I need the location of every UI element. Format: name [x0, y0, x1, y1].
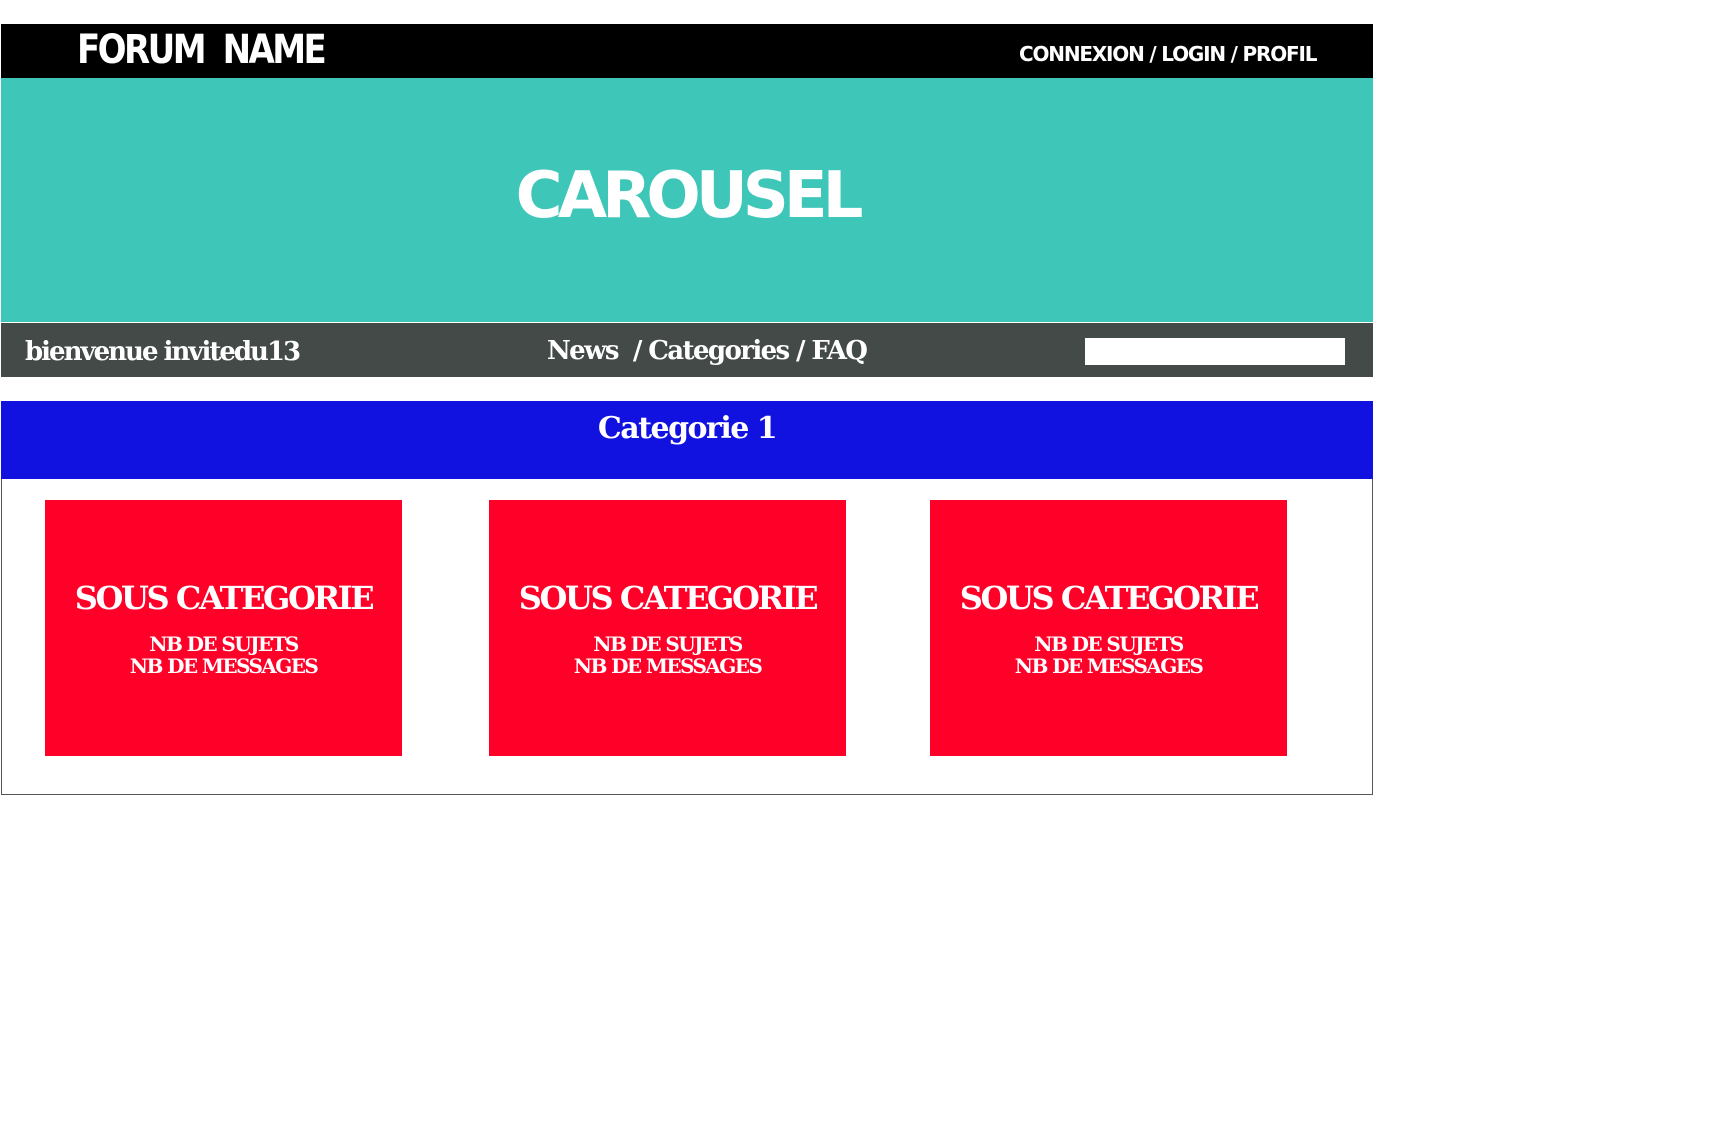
carousel-banner[interactable]: CAROUSEL: [1, 78, 1373, 322]
subcategory-topic-count: NB DE SUJETS: [149, 632, 299, 656]
subcategory-topic-count: NB DE SUJETS: [1034, 632, 1184, 656]
nav-bar: bienvenue invitedu13 News / Categories /…: [1, 322, 1373, 377]
forum-mockup: FORUM NAME CONNEXION / LOGIN / PROFIL CA…: [0, 0, 1734, 1124]
account-links: CONNEXION / LOGIN / PROFIL: [1019, 42, 1318, 66]
subcategory-title: SOUS CATEGORIE: [518, 579, 819, 617]
login-link[interactable]: LOGIN: [1161, 42, 1226, 66]
subcategory-card[interactable]: SOUS CATEGORIE NB DE SUJETS NB DE MESSAG…: [489, 500, 846, 756]
subcategory-message-count: NB DE MESSAGES: [129, 654, 319, 678]
subcategory-card[interactable]: SOUS CATEGORIE NB DE SUJETS NB DE MESSAG…: [45, 500, 402, 756]
link-separator: /: [788, 336, 812, 366]
subcategory-title: SOUS CATEGORIE: [959, 579, 1260, 617]
connexion-link[interactable]: CONNEXION: [1019, 42, 1145, 66]
link-separator: /: [625, 336, 649, 366]
subcategory-topic-count: NB DE SUJETS: [593, 632, 743, 656]
faq-link[interactable]: FAQ: [811, 336, 868, 366]
welcome-message: bienvenue invitedu13: [25, 337, 301, 367]
search-input[interactable]: [1085, 338, 1345, 365]
subcategory-message-count: NB DE MESSAGES: [573, 654, 763, 678]
category-title: Categorie 1: [597, 411, 778, 446]
news-link[interactable]: News: [547, 336, 625, 366]
profil-link[interactable]: PROFIL: [1243, 42, 1318, 66]
categories-link[interactable]: Categories: [648, 336, 790, 366]
carousel-label: CAROUSEL: [515, 159, 864, 233]
link-separator: /: [1224, 42, 1243, 66]
top-bar: FORUM NAME CONNEXION / LOGIN / PROFIL: [1, 24, 1373, 78]
category-header[interactable]: Categorie 1: [1, 401, 1373, 479]
subcategory-title: SOUS CATEGORIE: [74, 579, 375, 617]
subcategory-card[interactable]: SOUS CATEGORIE NB DE SUJETS NB DE MESSAG…: [930, 500, 1287, 756]
main-nav-links: News / Categories / FAQ: [547, 336, 868, 366]
subcategory-message-count: NB DE MESSAGES: [1014, 654, 1204, 678]
link-separator: /: [1143, 42, 1162, 66]
forum-name-logo[interactable]: FORUM NAME: [77, 26, 327, 74]
